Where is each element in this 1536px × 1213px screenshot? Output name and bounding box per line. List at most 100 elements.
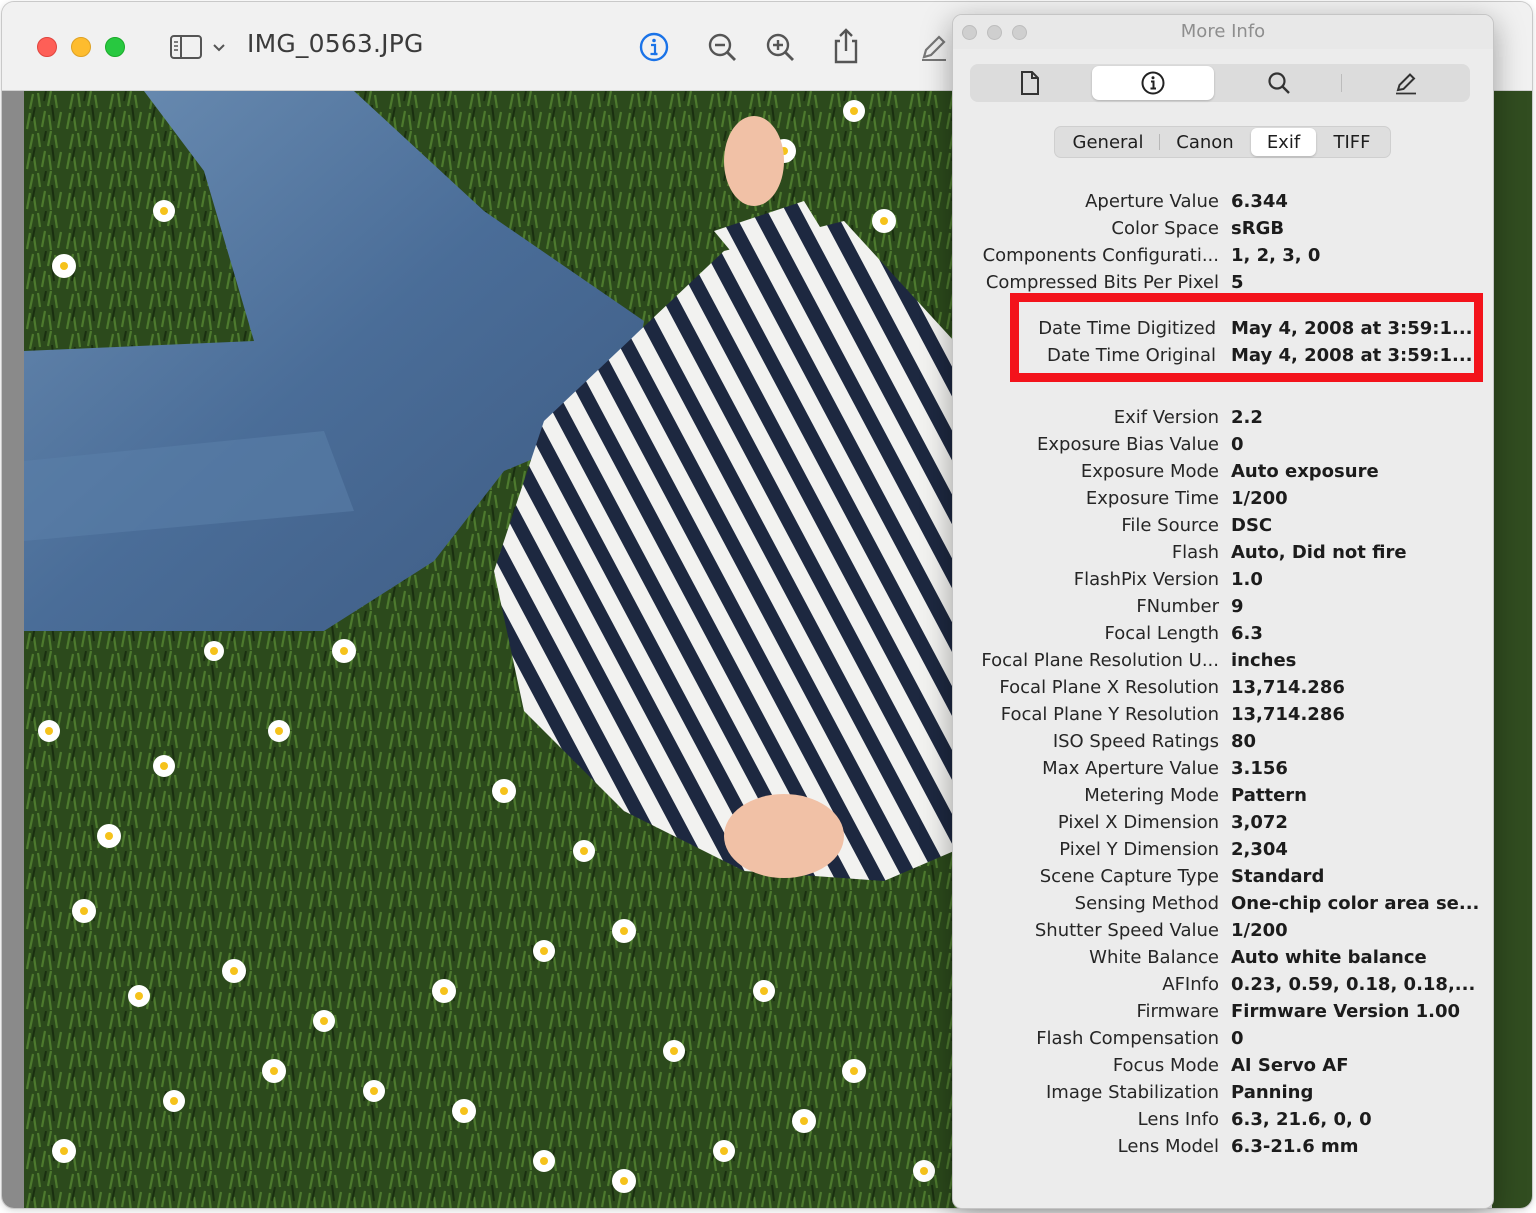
exif-value: One-chip color area se... (1231, 893, 1480, 914)
tab-info[interactable] (1092, 66, 1214, 100)
exif-value: 1.0 (1231, 569, 1263, 590)
exif-label: White Balance (1089, 947, 1219, 968)
window-title: IMG_0563.JPG (247, 29, 424, 58)
exif-label: Aperture Value (1085, 191, 1219, 212)
exif-row: Focal Plane X Resolution 13,714.286 (953, 675, 1493, 702)
exif-label: FlashPix Version (1073, 569, 1219, 590)
share-icon[interactable] (828, 26, 864, 66)
exif-value: 5 (1231, 272, 1244, 293)
subtab-exif[interactable]: Exif (1251, 128, 1316, 156)
sidebar-icon[interactable] (168, 32, 204, 62)
zoom-window-button[interactable] (105, 37, 125, 57)
exif-row: Max Aperture Value 3.156 (953, 756, 1493, 783)
more-info-panel: More Info General Canon Exif TIFF Apertu… (952, 14, 1494, 1209)
exif-label: Exposure Bias Value (1037, 434, 1219, 455)
exif-subtab-bar: General Canon Exif TIFF (1054, 126, 1391, 158)
exif-label: Focus Mode (1112, 1055, 1219, 1076)
zoom-in-icon[interactable] (762, 29, 798, 65)
exif-label: Flash Compensation (1036, 1028, 1219, 1049)
minimize-window-button[interactable] (71, 37, 91, 57)
inspector-title: More Info (1180, 21, 1266, 42)
exif-label: Focal Plane Resolution U... (981, 650, 1219, 671)
exif-value: 13,714.286 (1231, 704, 1345, 725)
exif-label: Max Aperture Value (1042, 758, 1219, 779)
exif-value: 1, 2, 3, 0 (1231, 245, 1321, 266)
inspector-title-bar: More Info (953, 15, 1493, 49)
exif-label: Sensing Method (1074, 893, 1219, 914)
exif-label: Pixel Y Dimension (1059, 839, 1219, 860)
exif-value: 80 (1231, 731, 1257, 752)
exif-row: FNumber 9 (953, 594, 1493, 621)
exif-value: 6.3 (1231, 623, 1263, 644)
exif-label: Pixel X Dimension (1057, 812, 1219, 833)
exif-value: 3,072 (1231, 812, 1288, 833)
exif-value: 2.2 (1231, 407, 1263, 428)
exif-label: Metering Mode (1084, 785, 1219, 806)
pencil-icon (1396, 73, 1416, 95)
exif-label: Lens Info (1137, 1109, 1219, 1130)
subtab-divider (1159, 134, 1160, 150)
info-icon[interactable] (636, 29, 672, 65)
exif-value: 13,714.286 (1231, 677, 1345, 698)
exif-label: Firmware (1136, 1001, 1220, 1022)
document-icon (1021, 71, 1039, 95)
exif-row: Focal Plane Y Resolution 13,714.286 (953, 702, 1493, 729)
zoom-out-icon[interactable] (704, 29, 740, 65)
exif-row: Focus Mode AI Servo AF (953, 1053, 1493, 1080)
window-left-edge (2, 91, 24, 1208)
exif-value: Pattern (1231, 785, 1307, 806)
exif-value: May 4, 2008 at 3:59:1... (1231, 345, 1473, 366)
exif-value: Auto white balance (1231, 947, 1427, 968)
photo-image[interactable] (24, 91, 1024, 1208)
exif-label: Focal Plane Y Resolution (1000, 704, 1219, 725)
exif-row: Focal Plane Resolution U... inches (953, 648, 1493, 675)
tab-document[interactable] (970, 66, 1090, 100)
photo-illustration (24, 91, 1024, 1208)
highlight-annotation: Date Time Digitized May 4, 2008 at 3:59:… (1010, 293, 1483, 382)
exif-row: Shutter Speed Value 1/200 (953, 918, 1493, 945)
exif-row: Flash Compensation 0 (953, 1026, 1493, 1053)
exif-row: File Source DSC (953, 513, 1493, 540)
exif-label: FNumber (1136, 596, 1219, 617)
tab-annotate[interactable] (1344, 66, 1468, 100)
exif-label: Components Configurati... (982, 245, 1219, 266)
exif-row: Aperture Value 6.344 (953, 189, 1493, 216)
exif-value: 3.156 (1231, 758, 1288, 779)
exif-row: Scene Capture Type Standard (953, 864, 1493, 891)
exif-value: Auto exposure (1231, 461, 1379, 482)
exif-label: ISO Speed Ratings (1052, 731, 1219, 752)
markup-icon[interactable] (916, 29, 952, 65)
exif-row: Pixel Y Dimension 2,304 (953, 837, 1493, 864)
exif-label: AFInfo (1162, 974, 1219, 995)
exif-row: Color Space sRGB (953, 216, 1493, 243)
subtab-general[interactable]: General (1059, 128, 1157, 156)
exif-value: 9 (1231, 596, 1244, 617)
exif-row: Lens Info 6.3, 21.6, 0, 0 (953, 1107, 1493, 1134)
subtab-canon[interactable]: Canon (1161, 128, 1249, 156)
exif-row: Exposure Time 1/200 (953, 486, 1493, 513)
tab-search[interactable] (1218, 66, 1340, 100)
exif-value: 6.3-21.6 mm (1231, 1136, 1359, 1157)
exif-label: Shutter Speed Value (1034, 920, 1219, 941)
exif-row-date-original: Date Time Original May 4, 2008 at 3:59:1… (952, 343, 1474, 370)
exif-value: AI Servo AF (1231, 1055, 1349, 1076)
exif-value: Auto, Did not fire (1231, 542, 1407, 563)
exif-row: Image Stabilization Panning (953, 1080, 1493, 1107)
exif-label: Exposure Time (1085, 488, 1219, 509)
exif-row: Exif Version 2.2 (953, 405, 1493, 432)
exif-label: Date Time Digitized (1038, 318, 1216, 339)
exif-row: Focal Length 6.3 (953, 621, 1493, 648)
exif-row: AFInfo 0.23, 0.59, 0.18, 0.18,... (953, 972, 1493, 999)
exif-row: Components Configurati... 1, 2, 3, 0 (953, 243, 1493, 270)
exif-value: 6.3, 21.6, 0, 0 (1231, 1109, 1372, 1130)
exif-row: Pixel X Dimension 3,072 (953, 810, 1493, 837)
exif-row: Sensing Method One-chip color area se... (953, 891, 1493, 918)
close-window-button[interactable] (37, 37, 57, 57)
inspector-tab-bar (970, 64, 1470, 102)
exif-value: 6.344 (1231, 191, 1288, 212)
exif-value: 0 (1231, 1028, 1244, 1049)
exif-row-date-digitized: Date Time Digitized May 4, 2008 at 3:59:… (952, 316, 1474, 343)
subtab-tiff[interactable]: TIFF (1317, 128, 1387, 156)
exif-value: May 4, 2008 at 3:59:1... (1231, 318, 1473, 339)
chevron-down-icon[interactable] (209, 38, 229, 58)
